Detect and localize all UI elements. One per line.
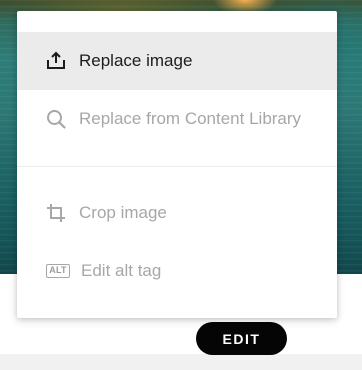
menu-item-label: Replace image bbox=[79, 51, 193, 70]
menu-item-label: Edit alt tag bbox=[81, 261, 162, 280]
image-options-menu: Replace image Replace from Content Libra… bbox=[17, 11, 337, 318]
crop-icon bbox=[45, 202, 67, 224]
menu-item-crop-image[interactable]: Crop image bbox=[17, 184, 337, 242]
upload-icon bbox=[45, 50, 67, 72]
bottom-strip bbox=[0, 354, 362, 370]
menu-item-replace-image[interactable]: Replace image bbox=[17, 32, 337, 90]
alt-tag-icon: ALT bbox=[45, 260, 71, 282]
edit-button-label: EDIT bbox=[222, 330, 261, 347]
menu-item-label: Crop image bbox=[79, 203, 167, 222]
edit-button[interactable]: EDIT bbox=[196, 322, 287, 355]
menu-item-replace-from-content-library[interactable]: Replace from Content Library bbox=[17, 90, 337, 148]
menu-item-label: Replace from Content Library bbox=[79, 109, 302, 128]
search-icon bbox=[45, 108, 67, 130]
menu-divider bbox=[17, 166, 337, 167]
menu-item-edit-alt-tag[interactable]: ALT Edit alt tag bbox=[17, 242, 337, 300]
